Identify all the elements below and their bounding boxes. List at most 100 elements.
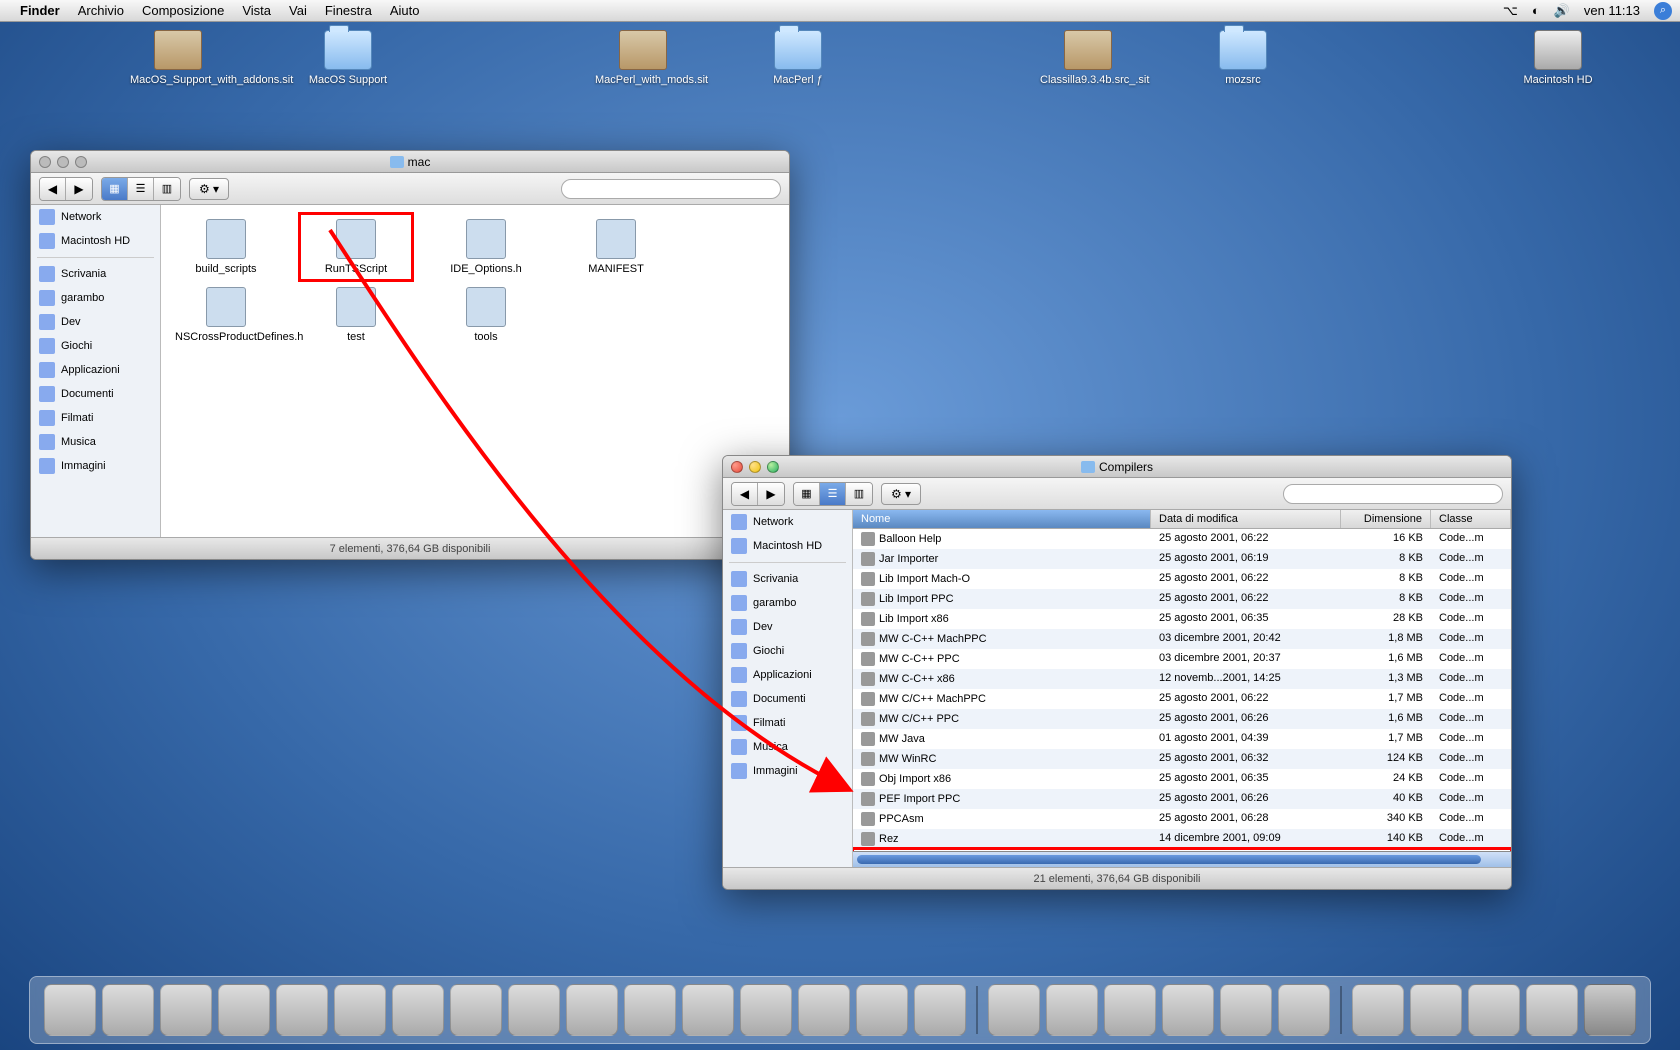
bluetooth-icon[interactable]: ⌥ bbox=[1503, 3, 1518, 19]
sidebar-item[interactable]: garambo bbox=[723, 591, 852, 615]
col-header-name[interactable]: Nome bbox=[853, 510, 1151, 528]
sidebar-item[interactable]: Network bbox=[31, 205, 160, 229]
dock-item[interactable] bbox=[1046, 984, 1098, 1036]
menu-composizione[interactable]: Composizione bbox=[142, 3, 224, 18]
list-row[interactable]: Jar Importer25 agosto 2001, 06:198 KBCod… bbox=[853, 549, 1511, 569]
sidebar-item[interactable]: Macintosh HD bbox=[31, 229, 160, 253]
desktop-icon[interactable]: MacPerl ƒ bbox=[750, 30, 846, 86]
dock-item[interactable] bbox=[102, 984, 154, 1036]
minimize-button[interactable] bbox=[57, 156, 69, 168]
forward-button[interactable]: ▶ bbox=[66, 178, 92, 200]
back-button[interactable]: ◀ bbox=[732, 483, 758, 505]
list-row[interactable]: Obj Import x8625 agosto 2001, 06:3524 KB… bbox=[853, 769, 1511, 789]
sidebar-item[interactable]: Dev bbox=[31, 310, 160, 334]
col-header-kind[interactable]: Classe bbox=[1431, 510, 1511, 528]
trash-icon[interactable] bbox=[1584, 984, 1636, 1036]
file-icon[interactable]: NSCrossProductDefines.h bbox=[171, 283, 281, 347]
dock-item[interactable] bbox=[1468, 984, 1520, 1036]
dock-item[interactable] bbox=[1526, 984, 1578, 1036]
list-row[interactable]: MW WinRC25 agosto 2001, 06:32124 KBCode.… bbox=[853, 749, 1511, 769]
menu-vista[interactable]: Vista bbox=[242, 3, 271, 18]
dock-item[interactable] bbox=[798, 984, 850, 1036]
folder-proxy-icon[interactable] bbox=[1081, 461, 1095, 473]
desktop-icon[interactable]: MacOS_Support_with_addons.sit bbox=[130, 30, 226, 86]
sidebar-item[interactable]: Dev bbox=[723, 615, 852, 639]
dock-item[interactable] bbox=[624, 984, 676, 1036]
traffic-lights[interactable] bbox=[731, 461, 779, 473]
sidebar-item[interactable]: Scrivania bbox=[31, 262, 160, 286]
sidebar-item[interactable]: Immagini bbox=[723, 759, 852, 783]
dock-item[interactable] bbox=[1220, 984, 1272, 1036]
close-button[interactable] bbox=[731, 461, 743, 473]
menu-aiuto[interactable]: Aiuto bbox=[390, 3, 420, 18]
file-icon[interactable]: MANIFEST bbox=[561, 215, 671, 279]
dock-item[interactable] bbox=[218, 984, 270, 1036]
list-row[interactable]: Lib Import x8625 agosto 2001, 06:3528 KB… bbox=[853, 609, 1511, 629]
dock-item[interactable] bbox=[1278, 984, 1330, 1036]
list-view-button[interactable]: ☰ bbox=[820, 483, 846, 505]
dock-item[interactable] bbox=[334, 984, 386, 1036]
list-row[interactable]: MW C-C++ PPC03 dicembre 2001, 20:371,6 M… bbox=[853, 649, 1511, 669]
list-row[interactable]: Lib Import PPC25 agosto 2001, 06:228 KBC… bbox=[853, 589, 1511, 609]
dock-item[interactable] bbox=[160, 984, 212, 1036]
icon-view-button[interactable]: ▦ bbox=[102, 178, 128, 200]
dock-item[interactable] bbox=[682, 984, 734, 1036]
list-row[interactable]: MW C-C++ MachPPC03 dicembre 2001, 20:421… bbox=[853, 629, 1511, 649]
menu-vai[interactable]: Vai bbox=[289, 3, 307, 18]
desktop-icon[interactable]: mozsrc bbox=[1195, 30, 1291, 86]
list-row[interactable]: RunTSScript07 luglio 2009, 23:3048 KBCod… bbox=[853, 849, 1511, 851]
desktop-icon[interactable]: Classilla9.3.4b.src_.sit bbox=[1040, 30, 1136, 86]
sidebar-item[interactable]: Macintosh HD bbox=[723, 534, 852, 558]
horizontal-scrollbar[interactable] bbox=[853, 851, 1511, 867]
col-header-size[interactable]: Dimensione bbox=[1341, 510, 1431, 528]
list-row[interactable]: Lib Import Mach-O25 agosto 2001, 06:228 … bbox=[853, 569, 1511, 589]
file-icon[interactable]: IDE_Options.h bbox=[431, 215, 541, 279]
dock-item[interactable] bbox=[566, 984, 618, 1036]
sidebar-item[interactable]: Filmati bbox=[31, 406, 160, 430]
list-row[interactable]: Rez14 dicembre 2001, 09:09140 KBCode...m bbox=[853, 829, 1511, 849]
sidebar-item[interactable]: Giochi bbox=[723, 639, 852, 663]
back-button[interactable]: ◀ bbox=[40, 178, 66, 200]
dock-item[interactable] bbox=[1352, 984, 1404, 1036]
dock-item[interactable] bbox=[988, 984, 1040, 1036]
display-icon[interactable]: ◐ bbox=[1532, 3, 1540, 18]
sidebar-item[interactable]: Scrivania bbox=[723, 567, 852, 591]
sidebar-item[interactable]: Applicazioni bbox=[723, 663, 852, 687]
sidebar-item[interactable]: Giochi bbox=[31, 334, 160, 358]
list-row[interactable]: PPCAsm25 agosto 2001, 06:28340 KBCode...… bbox=[853, 809, 1511, 829]
dock-item[interactable] bbox=[392, 984, 444, 1036]
sidebar-item[interactable]: Documenti bbox=[31, 382, 160, 406]
dock-item[interactable] bbox=[856, 984, 908, 1036]
zoom-button[interactable] bbox=[767, 461, 779, 473]
file-icon[interactable]: RunTSScript bbox=[301, 215, 411, 279]
list-row[interactable]: MW Java01 agosto 2001, 04:391,7 MBCode..… bbox=[853, 729, 1511, 749]
list-row[interactable]: PEF Import PPC25 agosto 2001, 06:2640 KB… bbox=[853, 789, 1511, 809]
dock-item[interactable] bbox=[1104, 984, 1156, 1036]
dock-item[interactable] bbox=[1162, 984, 1214, 1036]
col-header-date[interactable]: Data di modifica bbox=[1151, 510, 1341, 528]
volume-icon[interactable]: 🔊 bbox=[1554, 3, 1570, 19]
sidebar-item[interactable]: Immagini bbox=[31, 454, 160, 478]
spotlight-icon[interactable]: ⌕ bbox=[1654, 2, 1672, 20]
list-row[interactable]: MW C-C++ x8612 novemb...2001, 14:251,3 M… bbox=[853, 669, 1511, 689]
desktop-icon[interactable]: MacOS Support bbox=[300, 30, 396, 86]
list-row[interactable]: Balloon Help25 agosto 2001, 06:2216 KBCo… bbox=[853, 529, 1511, 549]
sidebar-item[interactable]: Musica bbox=[31, 430, 160, 454]
minimize-button[interactable] bbox=[749, 461, 761, 473]
folder-proxy-icon[interactable] bbox=[390, 156, 404, 168]
action-button[interactable]: ⚙ ▾ bbox=[881, 483, 921, 505]
traffic-lights[interactable] bbox=[39, 156, 87, 168]
search-input[interactable] bbox=[561, 179, 781, 199]
clock[interactable]: ven 11:13 bbox=[1584, 3, 1640, 18]
menu-archivio[interactable]: Archivio bbox=[78, 3, 124, 18]
file-icon[interactable]: build_scripts bbox=[171, 215, 281, 279]
file-icon[interactable]: test bbox=[301, 283, 411, 347]
close-button[interactable] bbox=[39, 156, 51, 168]
sidebar-item[interactable]: garambo bbox=[31, 286, 160, 310]
forward-button[interactable]: ▶ bbox=[758, 483, 784, 505]
desktop-icon[interactable]: Macintosh HD bbox=[1510, 30, 1606, 86]
titlebar[interactable]: mac bbox=[31, 151, 789, 173]
column-view-button[interactable]: ▥ bbox=[154, 178, 180, 200]
sidebar-item[interactable]: Documenti bbox=[723, 687, 852, 711]
search-input[interactable] bbox=[1283, 484, 1503, 504]
